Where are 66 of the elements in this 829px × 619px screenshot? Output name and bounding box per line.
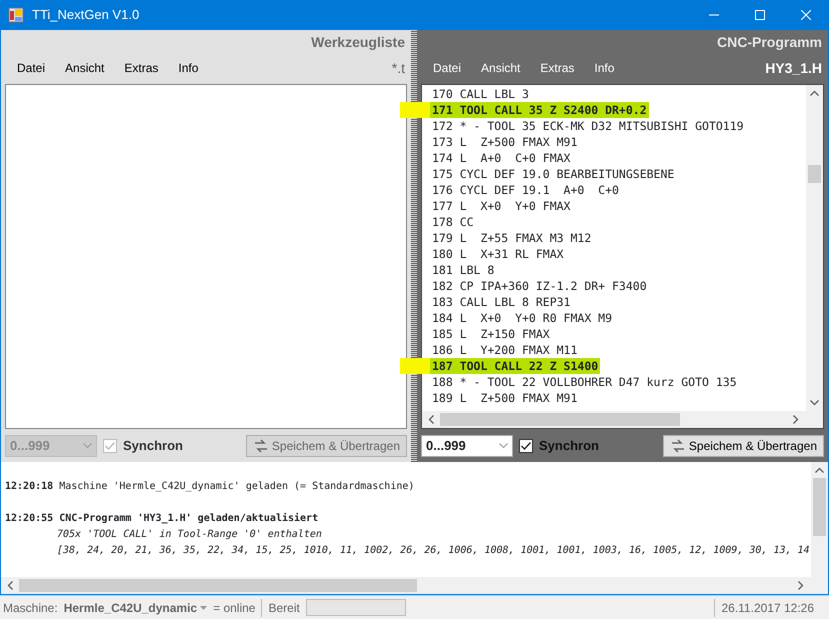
scrollbar-thumb[interactable] [808,165,821,183]
sync-checkbox[interactable] [519,438,533,452]
close-icon [801,10,811,20]
code-line[interactable]: 172 * - TOOL 35 ECK-MK D32 MITSUBISHI GOTO119 [430,118,746,134]
code-line[interactable]: 180 L X+31 RL FMAX [430,246,566,262]
file-label: *.t [392,58,405,78]
panel-title: CNC-Programm [716,33,823,52]
code-line[interactable]: 176 CYCL DEF 19.1 A+0 C+0 [430,182,621,198]
code-line[interactable]: 181 LBL 8 [430,262,496,278]
code-line[interactable]: 174 L A+0 C+0 FMAX [430,150,572,166]
app-icon [8,7,24,23]
sync-label: Synchron [539,436,599,455]
scroll-right-icon[interactable] [798,581,804,590]
log-time: 12:20:55 [5,513,54,524]
scroll-right-icon[interactable] [793,415,799,424]
transfer-arrows-icon [252,438,269,452]
sync-label: Synchron [123,436,183,455]
menu-item[interactable]: Ansicht [55,59,114,77]
menu-item[interactable]: Datei [423,59,472,77]
menu-item[interactable]: Datei [7,59,56,77]
log-message: CNC-Programm 'HY3_1.H' geladen/aktualisiert [59,513,318,524]
scroll-left-icon[interactable] [7,581,13,590]
machine-dropdown[interactable]: Hermle_C42U_dynamic [64,598,208,616]
panel-title: Werkzeugliste [310,33,406,52]
menu-item[interactable]: Extras [114,59,168,77]
menu-item[interactable]: Extras [530,59,584,77]
machine-status: = online [213,600,256,616]
transfer-arrows-icon [670,438,686,452]
scroll-left-icon[interactable] [428,415,434,424]
code-line[interactable]: 170 CALL LBL 3 [430,86,531,102]
scroll-up-icon[interactable] [810,90,819,96]
status-label: Maschine: [3,600,58,616]
caret-icon [200,606,208,610]
code-line[interactable]: 186 L Y+200 FMAX M11 [430,342,580,358]
range-dropdown[interactable]: 0...999 [421,434,513,456]
scrollbar-thumb[interactable] [440,413,680,426]
code-line[interactable]: 185 L Z+150 FMAX [430,326,552,342]
menu-item[interactable]: Info [584,59,624,77]
scroll-up-icon[interactable] [815,467,824,473]
code-line[interactable]: 173 L Z+500 FMAX M91 [430,134,580,150]
window-title: TTi_NextGen V1.0 [32,6,140,24]
code-line[interactable]: 178 CC [430,214,476,230]
scrollbar-thumb[interactable] [813,478,826,536]
log-time: 12:20:18 [5,481,54,492]
code-line[interactable]: 182 CP IPA+360 IZ-1.2 DR+ F3400 [430,278,649,294]
caret-icon [83,443,92,448]
caret-icon [499,443,508,448]
maximize-icon [755,10,765,20]
file-label: HY3_1.H [765,58,822,78]
code-line[interactable]: 184 L X+0 Y+0 R0 FMAX M9 [430,310,614,326]
log-detail: 705x 'TOOL CALL' in Tool-Range '0' enthalten [57,529,322,540]
code-line[interactable]: 189 L Z+500 FMAX M91 [430,390,580,406]
menu-item[interactable]: Info [168,59,208,77]
save-transfer-button[interactable]: Speichem & Übertragen [662,434,824,456]
code-line[interactable]: 177 L X+0 Y+0 FMAX [430,198,572,214]
status-datetime: 26.11.2017 12:26 [721,600,815,616]
code-line[interactable]: 179 L Z+55 FMAX M3 M12 [430,230,594,246]
menu-item[interactable]: Ansicht [471,59,530,77]
code-line[interactable]: 188 * - TOOL 22 VOLLBOHRER D47 kurz GOTO 135 [430,374,739,390]
log-detail: [38, 24, 20, 21, 36, 35, 22, 34, 15, 25, 1010, 11, 1002, 26, 26, 1006, 1008, 1001, 1001, 1003, 16, 1005, 12, 1009, 30, 13, 14 [57,545,810,556]
code-line[interactable]: 183 CALL LBL 8 REP31 [430,294,572,310]
status-text: Bereit [268,600,300,616]
scrollbar-thumb[interactable] [19,579,417,592]
log-message: Maschine 'Hermle_C42U_dynamic' geladen (= Standardmaschine) [59,481,414,492]
code-line[interactable]: 175 CYCL DEF 19.0 BEARBEITUNGSEBENE [430,166,676,182]
scroll-down-icon[interactable] [810,400,819,406]
